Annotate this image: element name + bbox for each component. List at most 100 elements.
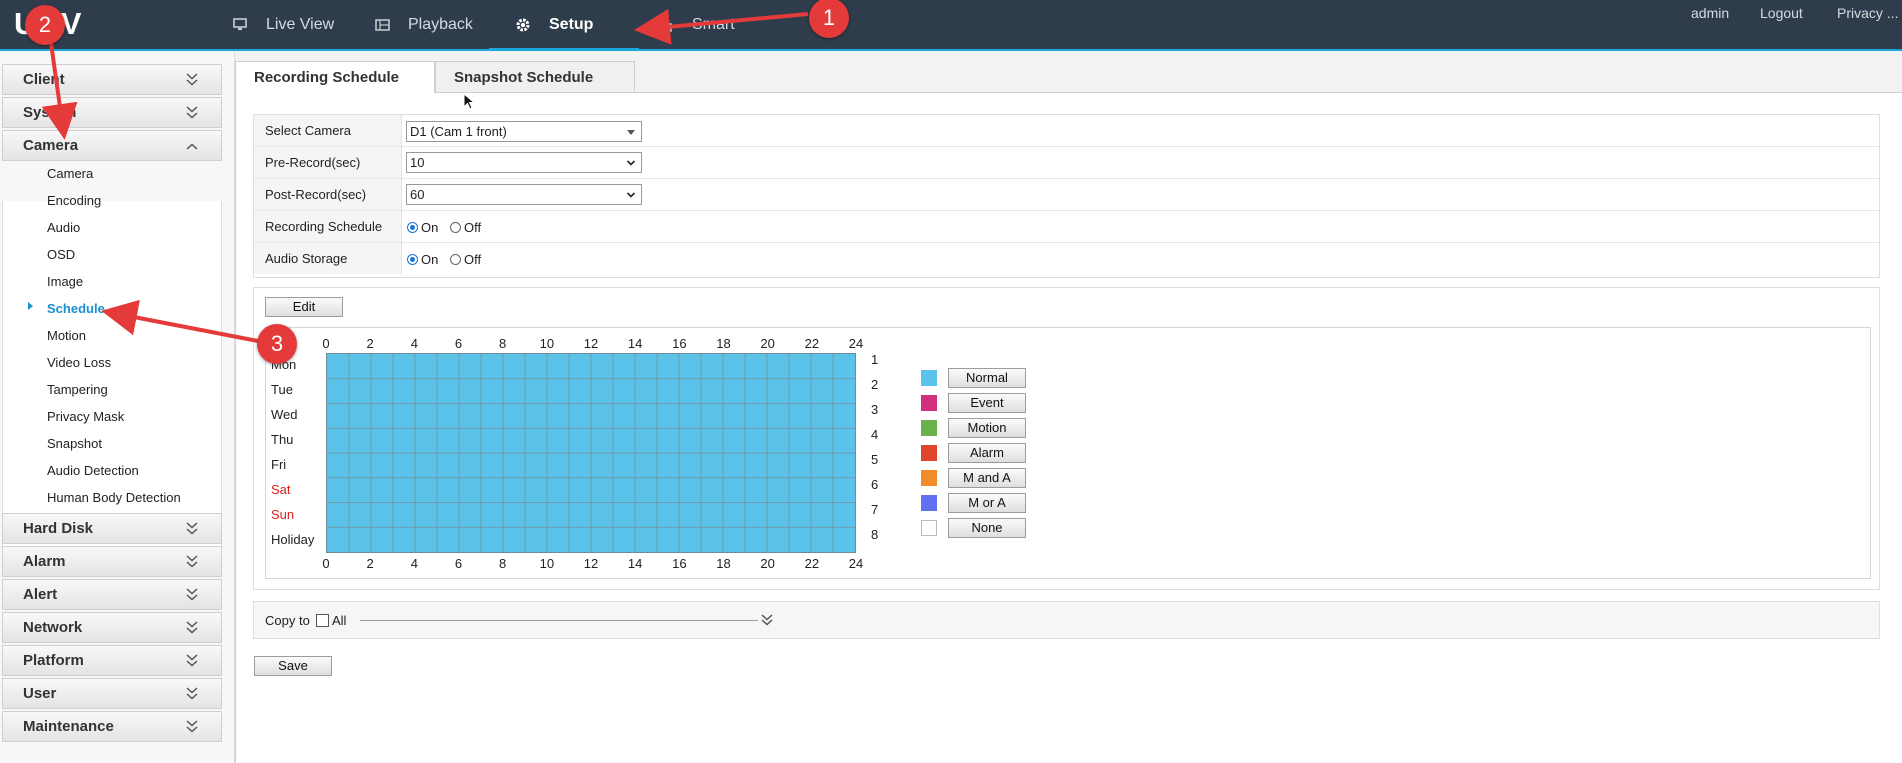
hour-label-top: 20 <box>760 336 775 351</box>
sidebar-item-snapshot[interactable]: Snapshot <box>47 436 102 451</box>
chevron-down-icon <box>626 192 636 198</box>
legend-button-none[interactable]: None <box>948 518 1026 538</box>
tab-recording-schedule[interactable]: Recording Schedule <box>235 61 435 93</box>
sidebar-section-label: User <box>23 685 57 702</box>
sidebar-item-audio[interactable]: Audio <box>47 220 80 235</box>
sidebar-section-label: Platform <box>23 652 84 669</box>
sidebar-item-human-body-detection[interactable]: Human Body Detection <box>47 490 181 505</box>
save-button[interactable]: Save <box>254 656 332 676</box>
legend-swatch-m-or-a <box>921 495 937 511</box>
double-chevron-down-icon[interactable] <box>760 612 774 628</box>
top-navigation-bar: UNV Live View Playback Setup Smart admin… <box>0 0 1902 51</box>
recording-schedule-on-radio[interactable]: On <box>407 218 438 236</box>
sidebar-section-maintenance[interactable]: Maintenance <box>2 711 222 742</box>
legend-button-m-and-a[interactable]: M and A <box>948 468 1026 488</box>
sidebar-item-schedule[interactable]: Schedule <box>47 301 105 316</box>
hour-label-top: 16 <box>672 336 687 351</box>
copy-to-panel: Copy to All <box>253 601 1880 639</box>
sidebar-item-audio-detection[interactable]: Audio Detection <box>47 463 139 478</box>
recording-schedule-label: Recording Schedule <box>254 211 402 242</box>
select-camera-label: Select Camera <box>254 115 402 146</box>
post-record-row: Post-Record(sec) 60 <box>254 179 1879 211</box>
monitor-icon <box>232 18 248 32</box>
legend-button-normal[interactable]: Normal <box>948 368 1026 388</box>
double-chevron-down-icon <box>186 621 198 634</box>
schedule-grid-lines <box>327 354 855 552</box>
recording-schedule-off-radio[interactable]: Off <box>450 218 481 236</box>
legend-swatch-event <box>921 395 937 411</box>
legend-button-event[interactable]: Event <box>948 393 1026 413</box>
legend-swatch-m-and-a <box>921 470 937 486</box>
hour-label-bottom: 6 <box>454 556 463 571</box>
day-label-sun: Sun <box>271 506 295 522</box>
hour-label-bottom: 0 <box>322 556 330 571</box>
double-chevron-down-icon <box>186 687 198 700</box>
active-item-marker-icon <box>28 302 33 310</box>
row-number: 8 <box>871 526 879 542</box>
row-number: 4 <box>871 426 879 442</box>
edit-button[interactable]: Edit <box>265 297 343 317</box>
sidebar-item-encoding[interactable]: Encoding <box>47 193 101 208</box>
sidebar-section-hard-disk[interactable]: Hard Disk <box>2 513 222 544</box>
chevron-down-icon <box>626 160 636 166</box>
legend-button-m-or-a[interactable]: M or A <box>948 493 1026 513</box>
hour-label-top: 8 <box>499 336 507 351</box>
legend-button-motion[interactable]: Motion <box>948 418 1026 438</box>
double-chevron-down-icon <box>186 73 198 86</box>
hour-label-bottom: 18 <box>716 556 731 571</box>
nav-playback[interactable]: Playback <box>374 0 473 49</box>
sidebar-section-label: Alert <box>23 586 58 603</box>
hour-label-bottom: 10 <box>539 556 555 571</box>
sidebar-section-user[interactable]: User <box>2 678 222 709</box>
schedule-grid[interactable] <box>326 353 856 553</box>
hour-label-bottom: 14 <box>627 556 643 571</box>
nav-live-view-label: Live View <box>266 15 335 33</box>
annotation-marker-3: 3 <box>257 324 297 364</box>
post-record-select[interactable]: 60 <box>406 184 642 205</box>
user-admin-link[interactable]: admin <box>1691 5 1729 21</box>
sidebar-section-alert[interactable]: Alert <box>2 579 222 610</box>
pre-record-select[interactable]: 10 <box>406 152 642 173</box>
nav-live-view[interactable]: Live View <box>232 0 334 49</box>
sidebar-section-camera[interactable]: Camera <box>2 130 222 161</box>
audio-storage-on-radio[interactable]: On <box>407 250 438 268</box>
double-chevron-down-icon <box>186 106 198 119</box>
nav-setup[interactable]: Setup <box>488 0 641 51</box>
sidebar-section-alarm[interactable]: Alarm <box>2 546 222 577</box>
sidebar-item-image[interactable]: Image <box>47 274 83 289</box>
sidebar-item-osd[interactable]: OSD <box>47 247 75 262</box>
sidebar-section-label: Camera <box>23 137 79 154</box>
select-camera-dropdown[interactable]: D1 (Cam 1 front) <box>406 121 642 142</box>
legend-button-alarm[interactable]: Alarm <box>948 443 1026 463</box>
select-camera-value: D1 (Cam 1 front) <box>410 124 507 139</box>
sidebar-section-label: Client <box>23 71 65 88</box>
copy-to-label: Copy to <box>265 613 310 628</box>
select-camera-row: Select Camera D1 (Cam 1 front) <box>254 115 1879 147</box>
tab-snapshot-schedule[interactable]: Snapshot Schedule <box>435 61 635 93</box>
row-number: 1 <box>871 351 879 367</box>
day-label-holiday: Holiday <box>271 531 315 547</box>
sidebar-section-network[interactable]: Network <box>2 612 222 643</box>
sidebar-section-system[interactable]: System <box>2 97 222 128</box>
hour-label-top: 24 <box>848 336 864 351</box>
sidebar-section-label: System <box>23 104 77 121</box>
radio-unselected-icon <box>450 253 461 265</box>
sidebar-item-privacy-mask[interactable]: Privacy Mask <box>47 409 124 424</box>
logout-link[interactable]: Logout <box>1760 5 1803 21</box>
hour-label-top: 18 <box>716 336 731 351</box>
sidebar-item-tampering[interactable]: Tampering <box>47 382 108 397</box>
sidebar-item-video-loss[interactable]: Video Loss <box>47 355 111 370</box>
copy-all-checkbox[interactable] <box>316 614 329 627</box>
privacy-link[interactable]: Privacy ... <box>1837 5 1898 21</box>
day-label-fri: Fri <box>271 456 287 472</box>
radio-unselected-icon <box>450 221 461 233</box>
audio-storage-off-radio[interactable]: Off <box>450 250 481 268</box>
sidebar-section-platform[interactable]: Platform <box>2 645 222 676</box>
nav-smart[interactable]: Smart <box>658 0 735 49</box>
sidebar-item-motion[interactable]: Motion <box>47 328 86 343</box>
camera-submenu-panel <box>2 201 222 562</box>
hour-label-top: 6 <box>454 336 463 351</box>
sidebar-item-camera[interactable]: Camera <box>47 166 93 181</box>
audio-storage-label: Audio Storage <box>254 243 402 274</box>
sidebar-section-client[interactable]: Client <box>2 64 222 95</box>
